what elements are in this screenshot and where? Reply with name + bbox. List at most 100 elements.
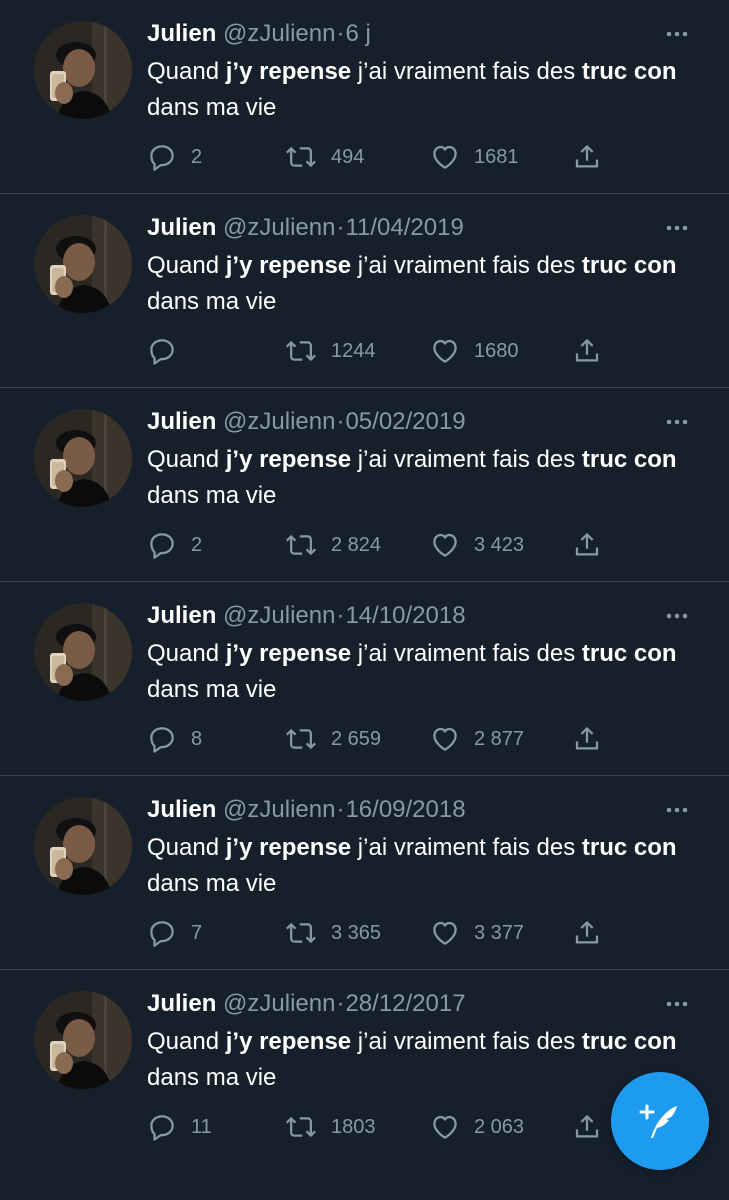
tweet[interactable]: Julien @zJulienn·05/02/2019 Quand j’y re… [0, 388, 729, 582]
like-button[interactable]: 3 423 [430, 528, 524, 562]
author-name[interactable]: Julien [147, 214, 216, 241]
author-name[interactable]: Julien [147, 796, 216, 823]
reply-button[interactable]: 11 [147, 1110, 212, 1144]
tweet[interactable]: Julien @zJulienn·14/10/2018 Quand j’y re… [0, 582, 729, 776]
retweet-count: 2 659 [331, 727, 382, 750]
share-button[interactable] [572, 1110, 602, 1144]
like-button[interactable]: 2 877 [430, 722, 524, 756]
tweet-actions: 7 3 365 3 377 [147, 916, 617, 950]
like-button[interactable]: 3 377 [430, 916, 524, 950]
reply-icon [150, 921, 174, 947]
tweet-time[interactable]: 05/02/2019 [345, 408, 465, 435]
more-dots-icon[interactable] [663, 602, 691, 630]
separator-dot: · [336, 602, 345, 629]
reply-icon [150, 339, 174, 365]
retweet-button[interactable]: 1803 [285, 1110, 376, 1144]
separator-dot: · [336, 990, 345, 1017]
share-button[interactable] [572, 140, 602, 174]
tweet[interactable]: Julien @zJulienn·11/04/2019 Quand j’y re… [0, 194, 729, 388]
retweet-icon [286, 534, 316, 556]
reply-icon [150, 533, 174, 559]
text-part: dans ma vie [147, 676, 277, 703]
retweet-icon [286, 728, 316, 750]
like-button[interactable]: 1681 [430, 140, 519, 174]
tweet-actions: 2 2 824 3 423 [147, 528, 617, 562]
like-count: 1680 [474, 339, 519, 362]
share-icon [575, 727, 599, 750]
tweet-header: Julien @zJulienn·11/04/2019 [147, 211, 464, 245]
share-button[interactable] [572, 916, 602, 950]
avatar[interactable] [34, 21, 132, 119]
separator-dot: · [336, 796, 345, 823]
author-name[interactable]: Julien [147, 990, 216, 1017]
more-dots-icon[interactable] [663, 20, 691, 48]
author-handle[interactable]: @zJulienn [223, 214, 335, 241]
retweet-button[interactable]: 2 824 [285, 528, 381, 562]
share-button[interactable] [572, 528, 602, 562]
retweet-button[interactable]: 1244 [285, 334, 376, 368]
author-handle[interactable]: @zJulienn [223, 20, 335, 47]
tweet-time[interactable]: 11/04/2019 [345, 214, 463, 241]
more-dots-icon[interactable] [663, 214, 691, 242]
tweet-time[interactable]: 14/10/2018 [345, 602, 465, 629]
text-part: j’ai vraiment fais des [351, 252, 582, 279]
avatar[interactable] [34, 991, 132, 1089]
reply-button[interactable]: 2 [147, 140, 202, 174]
like-count: 2 877 [474, 727, 525, 750]
text-part: j’ai vraiment fais des [351, 1028, 582, 1055]
retweet-button[interactable]: 3 365 [285, 916, 381, 950]
text-bold: truc con [581, 1028, 677, 1055]
more-dots-icon[interactable] [663, 990, 691, 1018]
author-handle[interactable]: @zJulienn [223, 602, 335, 629]
reply-count: 2 [191, 145, 203, 168]
retweet-count: 3 365 [331, 921, 382, 944]
text-part: dans ma vie [147, 94, 277, 121]
avatar[interactable] [34, 409, 132, 507]
reply-button[interactable]: 8 [147, 722, 202, 756]
text-part: dans ma vie [147, 288, 277, 315]
separator-dot: · [336, 20, 345, 47]
share-button[interactable] [572, 334, 602, 368]
share-icon [575, 1115, 599, 1138]
text-part: Quand [147, 58, 226, 85]
text-bold: truc con [581, 252, 677, 279]
retweet-button[interactable]: 2 659 [285, 722, 381, 756]
tweet[interactable]: Julien @zJulienn·16/09/2018 Quand j’y re… [0, 776, 729, 970]
tweet[interactable]: Julien @zJulienn·6 j Quand j’y repense j… [0, 0, 729, 194]
text-bold: j’y repense [225, 58, 352, 85]
author-name[interactable]: Julien [147, 408, 216, 435]
text-part: Quand [147, 834, 226, 861]
author-name[interactable]: Julien [147, 602, 216, 629]
tweet-header: Julien @zJulienn·28/12/2017 [147, 987, 466, 1021]
more-dots-icon[interactable] [663, 408, 691, 436]
share-icon [575, 339, 599, 362]
author-handle[interactable]: @zJulienn [223, 990, 335, 1017]
author-handle[interactable]: @zJulienn [223, 796, 335, 823]
retweet-button[interactable]: 494 [285, 140, 364, 174]
heart-icon [433, 533, 457, 557]
reply-button[interactable]: 7 [147, 916, 202, 950]
like-button[interactable]: 1680 [430, 334, 519, 368]
text-part: j’ai vraiment fais des [351, 640, 582, 667]
reply-count: 11 [191, 1115, 212, 1138]
tweet-time[interactable]: 6 j [345, 20, 370, 47]
more-dots-icon[interactable] [663, 796, 691, 824]
reply-icon [150, 1115, 174, 1141]
avatar[interactable] [34, 603, 132, 701]
avatar[interactable] [34, 215, 132, 313]
heart-icon [433, 727, 457, 751]
tweet-time[interactable]: 16/09/2018 [345, 796, 465, 823]
share-button[interactable] [572, 722, 602, 756]
text-part: dans ma vie [147, 482, 277, 509]
tweet-time[interactable]: 28/12/2017 [345, 990, 465, 1017]
reply-button[interactable]: 2 [147, 528, 202, 562]
author-handle[interactable]: @zJulienn [223, 408, 335, 435]
tweet-actions: 8 2 659 2 877 [147, 722, 617, 756]
reply-button[interactable] [147, 334, 191, 368]
tweet-text: Quand j’y repense j’ai vraiment fais des… [147, 248, 687, 320]
avatar[interactable] [34, 797, 132, 895]
tweet-text: Quand j’y repense j’ai vraiment fais des… [147, 442, 687, 514]
author-name[interactable]: Julien [147, 20, 216, 47]
like-button[interactable]: 2 063 [430, 1110, 524, 1144]
compose-tweet-button[interactable] [611, 1072, 709, 1170]
